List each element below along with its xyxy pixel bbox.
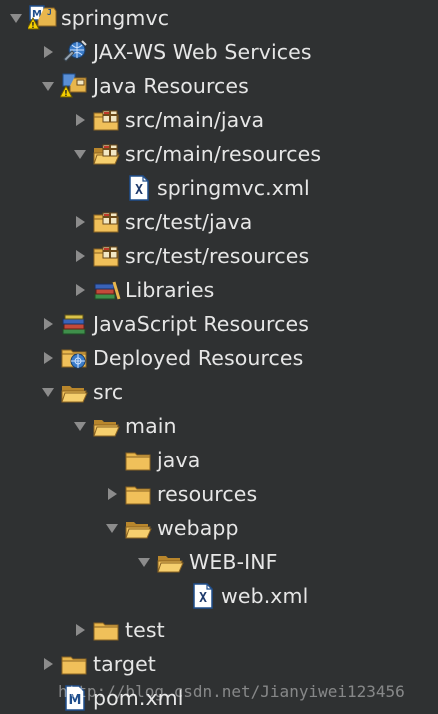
expand-arrow-right-icon[interactable] [68,613,92,647]
tree-twistie-spacer [164,579,188,613]
libraries-icon [92,273,122,307]
expand-arrow-down-icon[interactable] [68,137,92,171]
tree-twistie-spacer [100,171,124,205]
tree-item-src[interactable]: src [0,375,438,409]
expand-arrow-down-icon[interactable] [36,69,60,103]
expand-arrow-right-icon[interactable] [36,35,60,69]
expand-arrow-right-icon[interactable] [68,103,92,137]
tree-item-label: JavaScript Resources [93,312,309,336]
tree-item-label: Java Resources [93,74,249,98]
tree-item-src-main-java[interactable]: src/main/java [0,103,438,137]
tree-item-label: JAX-WS Web Services [93,40,312,64]
tree-item-test[interactable]: test [0,613,438,647]
tree-item-label: pom.xml [93,686,184,710]
tree-item-src-test-resources[interactable]: src/test/resources [0,239,438,273]
folder-icon [60,375,90,409]
expand-arrow-down-icon[interactable] [4,1,28,35]
tree-item-label: springmvc.xml [157,176,310,200]
tree-item-deployed-resources[interactable]: Deployed Resources [0,341,438,375]
expand-arrow-right-icon[interactable] [100,477,124,511]
tree-item-label: src/main/resources [125,142,322,166]
expand-arrow-right-icon[interactable] [36,307,60,341]
expand-arrow-right-icon[interactable] [68,205,92,239]
java-resources-icon: ! [60,69,90,103]
tree-twistie-spacer [100,443,124,477]
package-folder-icon [92,137,122,171]
tree-item-web-inf[interactable]: WEB-INF [0,545,438,579]
svg-text:X: X [135,183,143,198]
package-folder-icon [92,239,122,273]
svg-text:!: ! [31,21,35,30]
tree-item-label: resources [157,482,258,506]
tree-item-label: main [125,414,177,438]
expand-arrow-down-icon[interactable] [132,545,156,579]
tree-item-label: webapp [157,516,239,540]
javascript-resources-icon [60,307,90,341]
svg-text:M: M [69,693,82,708]
tree-item-label: springmvc [61,6,170,30]
tree-item-main[interactable]: main [0,409,438,443]
maven-project-icon: M J! [28,1,58,35]
folder-icon [124,443,154,477]
project-explorer-tree: M J! springmvc JAX-WS Web Services! Java Res… [0,0,438,714]
tree-item-javascript-resources[interactable]: JavaScript Resources [0,307,438,341]
expand-arrow-right-icon[interactable] [68,239,92,273]
tree-item-label: src [93,380,124,404]
folder-icon [60,647,90,681]
tree-item-java[interactable]: java [0,443,438,477]
expand-arrow-right-icon[interactable] [68,273,92,307]
xml-file-icon: X [188,579,218,613]
tree-item-jax-ws-web-services[interactable]: JAX-WS Web Services [0,35,438,69]
tree-item-label: web.xml [221,584,309,608]
tree-item-label: target [93,652,156,676]
tree-item-label: test [125,618,165,642]
deployed-resources-icon [60,341,90,375]
svg-text:!: ! [64,89,68,98]
expand-arrow-down-icon[interactable] [36,375,60,409]
tree-item-label: src/main/java [125,108,265,132]
tree-item-java-resources[interactable]: ! Java Resources [0,69,438,103]
tree-item-label: WEB-INF [189,550,278,574]
tree-item-label: Deployed Resources [93,346,304,370]
tree-item-label: Libraries [125,278,215,302]
svg-text:X: X [199,591,207,606]
tree-item-label: src/test/resources [125,244,310,268]
tree-item-webapp[interactable]: webapp [0,511,438,545]
xml-file-icon: X [124,171,154,205]
web-services-icon [60,35,90,69]
tree-twistie-spacer [36,681,60,714]
maven-pom-file-icon: M [60,681,90,714]
tree-item-springmvc[interactable]: M J! springmvc [0,1,438,35]
tree-item-web-xml[interactable]: Xweb.xml [0,579,438,613]
svg-text:J: J [47,8,52,17]
folder-icon [92,409,122,443]
expand-arrow-down-icon[interactable] [68,409,92,443]
expand-arrow-right-icon[interactable] [36,341,60,375]
tree-item-libraries[interactable]: Libraries [0,273,438,307]
tree-item-resources[interactable]: resources [0,477,438,511]
expand-arrow-down-icon[interactable] [100,511,124,545]
tree-item-label: src/test/java [125,210,253,234]
folder-icon [124,511,154,545]
tree-item-label: java [157,448,201,472]
tree-item-pom-xml[interactable]: Mpom.xml [0,681,438,714]
package-folder-icon [92,103,122,137]
folder-icon [92,613,122,647]
tree-item-src-main-resources[interactable]: src/main/resources [0,137,438,171]
folder-icon [156,545,186,579]
tree-item-springmvc-xml[interactable]: Xspringmvc.xml [0,171,438,205]
tree-item-target[interactable]: target [0,647,438,681]
package-folder-icon [92,205,122,239]
folder-icon [124,477,154,511]
expand-arrow-right-icon[interactable] [36,647,60,681]
tree-item-src-test-java[interactable]: src/test/java [0,205,438,239]
